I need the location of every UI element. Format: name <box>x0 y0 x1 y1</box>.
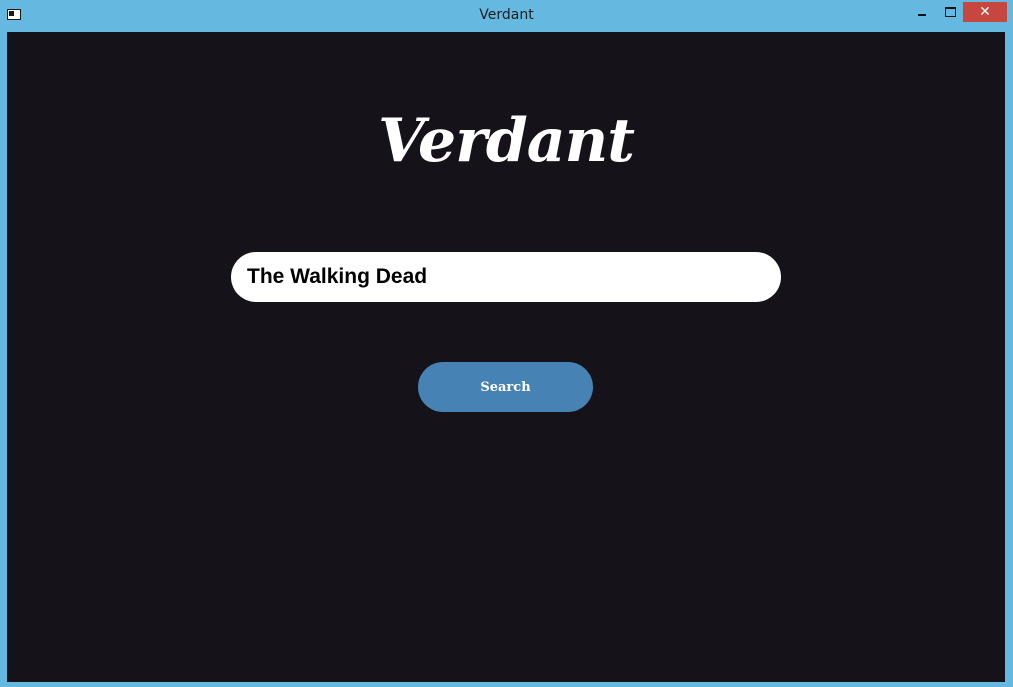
window-title: Verdant <box>479 7 534 23</box>
brand-logo-text: Verdant <box>378 106 635 176</box>
app-window: Verdant ✕ Verdant Search <box>0 0 1013 687</box>
maximize-button[interactable] <box>936 2 962 22</box>
close-button[interactable]: ✕ <box>963 2 1007 22</box>
close-icon: ✕ <box>979 4 991 20</box>
main-content: Verdant Search <box>7 32 1005 682</box>
search-button[interactable]: Search <box>418 362 593 412</box>
search-input[interactable] <box>231 252 781 302</box>
minimize-button[interactable] <box>908 2 934 22</box>
title-bar[interactable]: Verdant ✕ <box>0 0 1013 32</box>
